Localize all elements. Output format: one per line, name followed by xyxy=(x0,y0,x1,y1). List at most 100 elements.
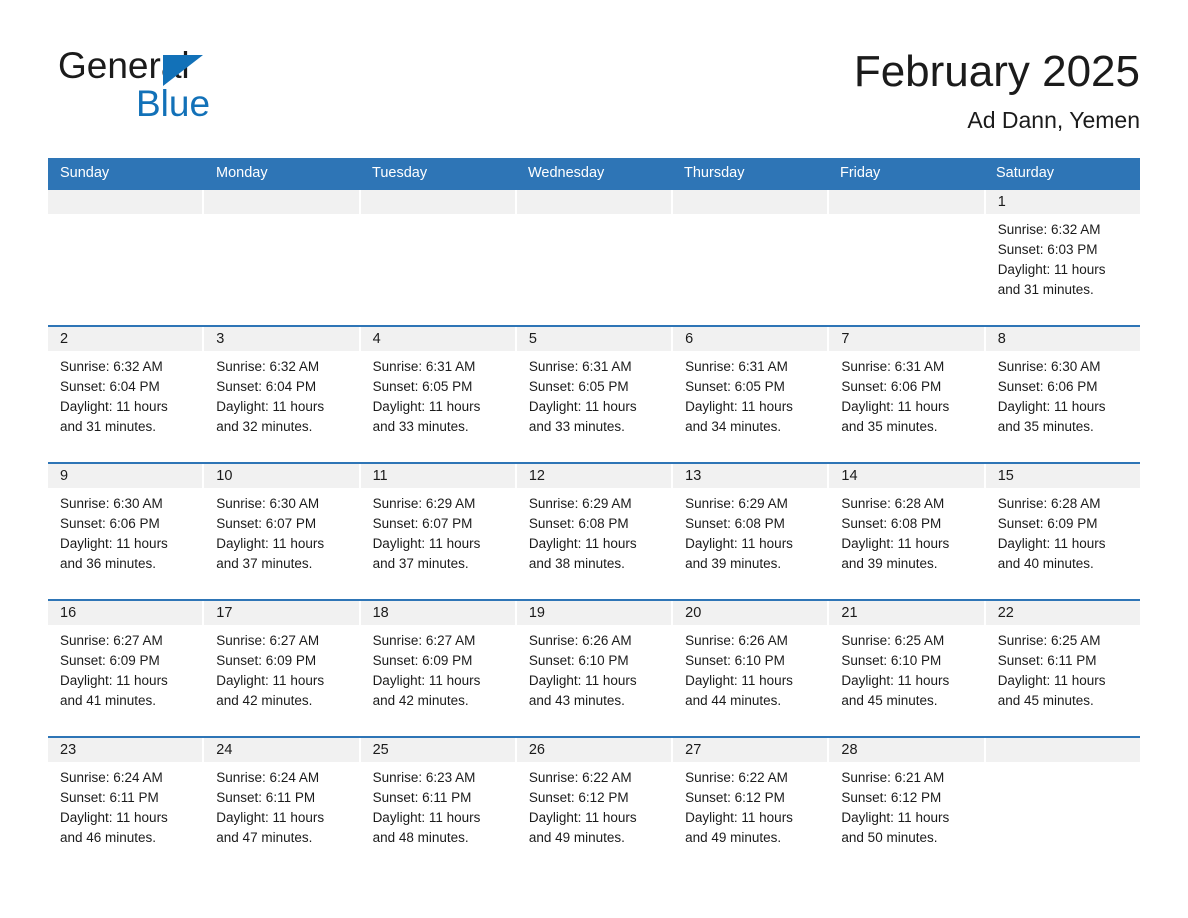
day-daylight2-text: and 49 minutes. xyxy=(528,830,625,845)
calendar-table: Sunday Monday Tuesday Wednesday Thursday Frid… xyxy=(48,158,1140,865)
day-cell-empty xyxy=(829,190,984,317)
day-number: 12 xyxy=(516,464,672,488)
day-cell-6[interactable]: 6 Sunrise: 6:31 AM Sunset: 6:05 PM Daylight… xyxy=(673,327,828,454)
day-cell-7[interactable]: 7 Sunrise: 6:31 AM Sunset: 6:06 PM Daylight… xyxy=(829,327,984,454)
day-sunrise-text: Sunrise: 6:24 AM xyxy=(216,770,320,785)
page-title: February 2025 xyxy=(853,47,1140,96)
day-cell-17[interactable]: 17 Sunrise: 6:27 AM Sunset: 6:09 PM Dayligh… xyxy=(204,601,359,728)
day-cell-14[interactable]: 14 Sunrise: 6:28 AM Sunset: 6:08 PM Dayligh… xyxy=(829,464,984,591)
day-cell-12[interactable]: 12 Sunrise: 6:29 AM Sunset: 6:08 PM Dayligh… xyxy=(516,464,672,591)
day-cell-23[interactable]: 23 Sunrise: 6:24 AM Sunset: 6:11 PM Dayligh… xyxy=(48,738,203,865)
day-sunset-text: Sunset: 6:04 PM xyxy=(60,379,160,394)
day-number: 28 xyxy=(829,738,984,762)
day-details xyxy=(829,214,983,220)
day-sunset-text: Sunset: 6:08 PM xyxy=(528,516,629,531)
day-number: 11 xyxy=(360,464,515,488)
day-daylight2-text: and 39 minutes. xyxy=(685,556,782,571)
day-cell-19[interactable]: 19 Sunrise: 6:26 AM Sunset: 6:10 PM Dayligh… xyxy=(516,601,672,728)
day-daylight2-text: and 41 minutes. xyxy=(60,693,157,708)
week-row: 1 Sunrise: 6:32 AM Sunset: 6:03 PM Daylight… xyxy=(48,188,1140,317)
day-number xyxy=(204,190,359,214)
day-sunset-text: Sunset: 6:06 PM xyxy=(841,379,942,394)
day-daylight2-text: and 34 minutes. xyxy=(685,419,782,434)
day-details: Sunrise: 6:32 AM Sunset: 6:03 PM Daylight:… xyxy=(986,214,1140,300)
day-number: 9 xyxy=(48,464,203,488)
day-sunrise-text: Sunrise: 6:26 AM xyxy=(685,633,788,648)
day-number: 22 xyxy=(985,601,1140,625)
day-cell-18[interactable]: 18 Sunrise: 6:27 AM Sunset: 6:09 PM Dayligh… xyxy=(360,601,515,728)
day-number: 3 xyxy=(204,327,359,351)
day-daylight2-text: and 50 minutes. xyxy=(841,830,938,845)
day-sunset-text: Sunset: 6:11 PM xyxy=(997,653,1097,668)
day-cell-3[interactable]: 3 Sunrise: 6:32 AM Sunset: 6:04 PM Daylight… xyxy=(204,327,359,454)
day-cell-27[interactable]: 27 Sunrise: 6:22 AM Sunset: 6:12 PM Dayligh… xyxy=(673,738,828,865)
day-sunset-text: Sunset: 6:05 PM xyxy=(528,379,629,394)
day-sunset-text: Sunset: 6:06 PM xyxy=(60,516,160,531)
day-details: Sunrise: 6:25 AM Sunset: 6:10 PM Daylight:… xyxy=(829,625,983,711)
day-cell-16[interactable]: 16 Sunrise: 6:27 AM Sunset: 6:09 PM Dayligh… xyxy=(48,601,203,728)
day-daylight1-text: Daylight: 11 hours xyxy=(372,536,481,551)
day-daylight1-text: Daylight: 11 hours xyxy=(528,673,637,688)
day-details: Sunrise: 6:27 AM Sunset: 6:09 PM Daylight:… xyxy=(204,625,358,711)
day-cell-24[interactable]: 24 Sunrise: 6:24 AM Sunset: 6:11 PM Dayligh… xyxy=(204,738,359,865)
day-details: Sunrise: 6:25 AM Sunset: 6:11 PM Daylight:… xyxy=(986,625,1140,711)
day-daylight1-text: Daylight: 11 hours xyxy=(60,673,168,688)
day-number: 6 xyxy=(673,327,828,351)
day-daylight1-text: Daylight: 11 hours xyxy=(841,673,950,688)
day-sunrise-text: Sunrise: 6:29 AM xyxy=(372,496,476,511)
day-number: 7 xyxy=(829,327,984,351)
day-number xyxy=(48,190,203,214)
day-sunrise-text: Sunrise: 6:31 AM xyxy=(841,359,945,374)
day-cell-8[interactable]: 8 Sunrise: 6:30 AM Sunset: 6:06 PM Daylight… xyxy=(985,327,1140,454)
day-cell-15[interactable]: 15 Sunrise: 6:28 AM Sunset: 6:09 PM Dayligh… xyxy=(985,464,1140,591)
day-number xyxy=(360,190,515,214)
day-details: Sunrise: 6:27 AM Sunset: 6:09 PM Daylight:… xyxy=(361,625,515,711)
day-details: Sunrise: 6:21 AM Sunset: 6:12 PM Daylight:… xyxy=(829,762,983,848)
day-cell-21[interactable]: 21 Sunrise: 6:25 AM Sunset: 6:10 PM Dayligh… xyxy=(829,601,984,728)
day-cell-13[interactable]: 13 Sunrise: 6:29 AM Sunset: 6:08 PM Dayligh… xyxy=(673,464,828,591)
day-cell-1[interactable]: 1 Sunrise: 6:32 AM Sunset: 6:03 PM Daylight… xyxy=(985,190,1140,317)
day-sunrise-text: Sunrise: 6:28 AM xyxy=(841,496,945,511)
day-sunset-text: Sunset: 6:04 PM xyxy=(216,379,317,394)
day-cell-empty xyxy=(204,190,359,317)
day-daylight2-text: and 40 minutes. xyxy=(997,556,1094,571)
week-row: 16 Sunrise: 6:27 AM Sunset: 6:09 PM Dayligh… xyxy=(48,599,1140,728)
day-cell-26[interactable]: 26 Sunrise: 6:22 AM Sunset: 6:12 PM Dayligh… xyxy=(516,738,672,865)
day-daylight1-text: Daylight: 11 hours xyxy=(685,810,793,825)
day-number: 18 xyxy=(360,601,515,625)
day-daylight1-text: Daylight: 11 hours xyxy=(216,536,325,551)
day-cell-22[interactable]: 22 Sunrise: 6:25 AM Sunset: 6:11 PM Dayligh… xyxy=(985,601,1140,728)
day-number: 13 xyxy=(673,464,828,488)
day-daylight1-text: Daylight: 11 hours xyxy=(685,399,793,414)
weekday-header-tuesday: Tuesday xyxy=(372,165,428,181)
day-cell-25[interactable]: 25 Sunrise: 6:23 AM Sunset: 6:11 PM Dayligh… xyxy=(360,738,515,865)
day-daylight1-text: Daylight: 11 hours xyxy=(528,399,637,414)
title-block: February 2025 Ad Dann, Yemen xyxy=(854,44,1140,134)
day-daylight1-text: Daylight: 11 hours xyxy=(372,673,481,688)
day-sunrise-text: Sunrise: 6:22 AM xyxy=(685,770,788,785)
day-details: Sunrise: 6:31 AM Sunset: 6:05 PM Daylight:… xyxy=(361,351,515,437)
calendar-page: General Blue February 2025 Ad Dann, Yeme… xyxy=(0,0,1188,918)
day-details: Sunrise: 6:29 AM Sunset: 6:08 PM Daylight:… xyxy=(517,488,671,574)
day-details: Sunrise: 6:30 AM Sunset: 6:06 PM Daylight:… xyxy=(48,488,202,574)
week-row: 2 Sunrise: 6:32 AM Sunset: 6:04 PM Daylight… xyxy=(48,325,1140,454)
day-cell-20[interactable]: 20 Sunrise: 6:26 AM Sunset: 6:10 PM Dayligh… xyxy=(673,601,828,728)
day-sunset-text: Sunset: 6:09 PM xyxy=(216,653,317,668)
day-number: 15 xyxy=(985,464,1140,488)
day-cell-10[interactable]: 10 Sunrise: 6:30 AM Sunset: 6:07 PM Dayligh… xyxy=(204,464,359,591)
day-sunrise-text: Sunrise: 6:25 AM xyxy=(997,633,1101,648)
general-blue-logo[interactable]: General Blue xyxy=(58,44,318,124)
day-cell-9[interactable]: 9 Sunrise: 6:30 AM Sunset: 6:06 PM Daylight… xyxy=(48,464,203,591)
day-number: 24 xyxy=(204,738,359,762)
day-sunrise-text: Sunrise: 6:23 AM xyxy=(372,770,476,785)
day-sunrise-text: Sunrise: 6:30 AM xyxy=(997,359,1101,374)
day-details: Sunrise: 6:28 AM Sunset: 6:08 PM Daylight:… xyxy=(829,488,983,574)
day-cell-5[interactable]: 5 Sunrise: 6:31 AM Sunset: 6:05 PM Daylight… xyxy=(516,327,672,454)
day-details: Sunrise: 6:30 AM Sunset: 6:06 PM Daylight:… xyxy=(986,351,1140,437)
day-cell-28[interactable]: 28 Sunrise: 6:21 AM Sunset: 6:12 PM Dayligh… xyxy=(829,738,984,865)
day-cell-2[interactable]: 2 Sunrise: 6:32 AM Sunset: 6:04 PM Daylight… xyxy=(48,327,203,454)
day-details: Sunrise: 6:31 AM Sunset: 6:05 PM Daylight:… xyxy=(517,351,671,437)
day-cell-11[interactable]: 11 Sunrise: 6:29 AM Sunset: 6:07 PM Dayligh… xyxy=(360,464,515,591)
day-sunset-text: Sunset: 6:10 PM xyxy=(841,653,942,668)
day-cell-4[interactable]: 4 Sunrise: 6:31 AM Sunset: 6:05 PM Daylight… xyxy=(360,327,515,454)
